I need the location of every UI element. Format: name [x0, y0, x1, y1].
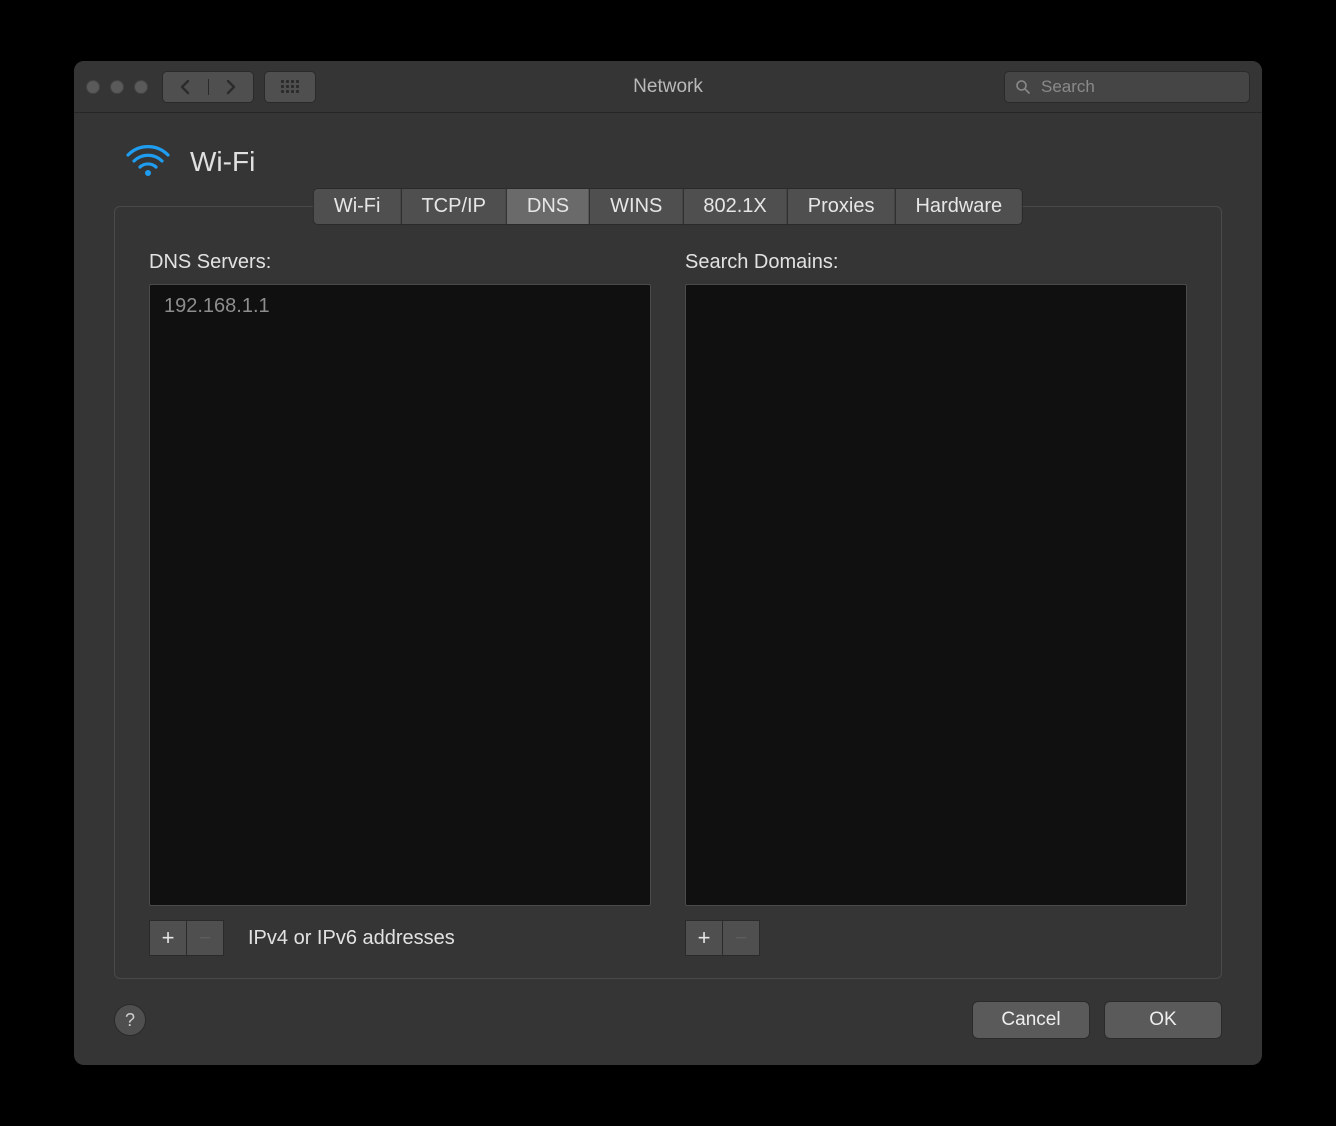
add-search-domain-button[interactable]: +	[685, 920, 723, 956]
interface-header: Wi-Fi	[114, 139, 1222, 184]
help-button[interactable]: ?	[114, 1004, 146, 1036]
close-window-button[interactable]	[86, 80, 100, 94]
grid-icon	[281, 80, 299, 93]
search-domains-list[interactable]	[685, 284, 1187, 906]
settings-panel: Wi-FiTCP/IPDNSWINS802.1XProxiesHardware …	[114, 206, 1222, 979]
search-domains-footer: + −	[685, 920, 1187, 956]
search-domains-label: Search Domains:	[685, 251, 1187, 274]
window-body: Wi-Fi Wi-FiTCP/IPDNSWINS802.1XProxiesHar…	[74, 113, 1262, 1065]
ok-button[interactable]: OK	[1104, 1001, 1222, 1039]
remove-dns-server-button[interactable]: −	[186, 920, 224, 956]
tab-wi-fi[interactable]: Wi-Fi	[313, 188, 402, 225]
dns-hint: IPv4 or IPv6 addresses	[248, 927, 455, 950]
search-field[interactable]	[1004, 71, 1250, 103]
dns-servers-label: DNS Servers:	[149, 251, 651, 274]
search-domains-column: Search Domains: + −	[685, 251, 1187, 956]
search-domains-buttons: + −	[685, 920, 760, 956]
minimize-window-button[interactable]	[110, 80, 124, 94]
remove-search-domain-button[interactable]: −	[722, 920, 760, 956]
cancel-button[interactable]: Cancel	[972, 1001, 1090, 1039]
tab-dns[interactable]: DNS	[506, 188, 590, 225]
add-dns-server-button[interactable]: +	[149, 920, 187, 956]
dns-servers-list[interactable]: 192.168.1.1	[149, 284, 651, 906]
wifi-icon	[124, 139, 172, 184]
network-preferences-window: Network Wi-Fi Wi-FiTCP/IPDNSWINS802	[74, 61, 1262, 1065]
zoom-window-button[interactable]	[134, 80, 148, 94]
nav-forward-button[interactable]	[208, 79, 254, 95]
dns-servers-buttons: + −	[149, 920, 224, 956]
dns-servers-column: DNS Servers: 192.168.1.1 + − IPv4 or IPv…	[149, 251, 651, 956]
tab-802-1x[interactable]: 802.1X	[682, 188, 787, 225]
tab-tcp-ip[interactable]: TCP/IP	[400, 188, 506, 225]
nav-back-button[interactable]	[163, 79, 208, 95]
dns-servers-footer: + − IPv4 or IPv6 addresses	[149, 920, 651, 956]
search-input[interactable]	[1039, 76, 1262, 98]
window-controls	[86, 80, 148, 94]
tab-hardware[interactable]: Hardware	[894, 188, 1023, 225]
nav-back-forward	[162, 71, 254, 103]
window-footer: ? Cancel OK	[114, 1001, 1222, 1039]
dns-columns: DNS Servers: 192.168.1.1 + − IPv4 or IPv…	[149, 251, 1187, 956]
tab-wins[interactable]: WINS	[589, 188, 683, 225]
tab-bar: Wi-FiTCP/IPDNSWINS802.1XProxiesHardware	[313, 188, 1023, 225]
show-all-button[interactable]	[264, 71, 316, 103]
tab-proxies[interactable]: Proxies	[787, 188, 896, 225]
titlebar: Network	[74, 61, 1262, 113]
search-icon	[1015, 79, 1031, 95]
dns-server-row[interactable]: 192.168.1.1	[162, 293, 638, 320]
interface-name: Wi-Fi	[190, 146, 255, 178]
